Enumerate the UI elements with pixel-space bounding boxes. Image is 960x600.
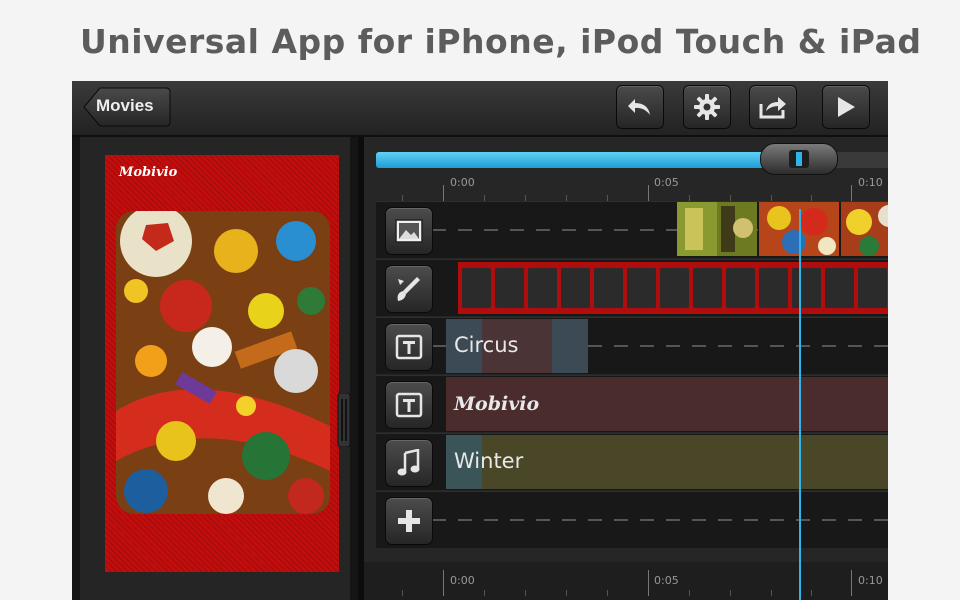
film-frame: [759, 268, 788, 308]
film-frame: [693, 268, 722, 308]
ruler-label-5: 0:05: [654, 574, 679, 587]
share-button[interactable]: [749, 85, 797, 129]
ruler-tick: [648, 570, 649, 596]
timeline-panel: 0:00 0:05 0:10 Circus Mobivio Winter 0:0…: [364, 137, 888, 600]
gear-icon: [694, 94, 720, 120]
panel-resize-handle[interactable]: [337, 392, 351, 448]
ruler-minor-tick: [484, 590, 485, 596]
ruler-label-10: 0:10: [858, 574, 883, 587]
undo-icon: [628, 99, 650, 115]
scrubber-knob[interactable]: [760, 143, 838, 175]
toys-photo: [116, 211, 330, 514]
film-frame: [792, 268, 821, 308]
effect-clip[interactable]: [458, 262, 888, 314]
play-icon: [838, 97, 855, 117]
track-effects: [376, 259, 888, 316]
track-music: Winter: [376, 433, 888, 490]
share-icon: [759, 97, 786, 119]
film-frame: [528, 268, 557, 308]
play-button[interactable]: [822, 85, 870, 129]
add-music-button[interactable]: [385, 439, 433, 487]
add-title-button[interactable]: [385, 381, 433, 429]
preview-frame: Mobivio: [80, 137, 350, 600]
grip-icon: [337, 392, 351, 448]
photo-clip[interactable]: [677, 202, 757, 256]
add-photo-button[interactable]: [385, 207, 433, 255]
music-clip-winter[interactable]: Winter: [446, 435, 888, 489]
image-icon: [395, 219, 423, 243]
ruler-minor-tick: [402, 590, 403, 596]
ruler-tick: [648, 185, 649, 201]
track-title-mobivio: Mobivio: [376, 375, 888, 432]
ruler-minor-tick: [566, 590, 567, 596]
photo-thumbnail: [677, 202, 757, 256]
time-ruler-bottom: 0:00 0:05 0:10: [364, 562, 888, 600]
knob-grip-icon: [789, 150, 809, 168]
ruler-tick: [443, 570, 444, 596]
effects-button[interactable]: [385, 265, 433, 313]
title-clip-label: Circus: [454, 333, 519, 357]
film-frame: [858, 268, 887, 308]
ruler-label-10: 0:10: [858, 176, 883, 189]
title-clip-circus[interactable]: Circus: [446, 319, 588, 373]
page-headline: Universal App for iPhone, iPod Touch & i…: [80, 22, 922, 61]
poster-title: Mobivio: [119, 165, 178, 180]
preview-pane: Mobivio: [72, 137, 358, 600]
app-window: Movies Mobivio 0:00 0:05 0:10 Circus Mob…: [72, 81, 888, 600]
poster-photo: [116, 211, 330, 514]
film-frame: [462, 268, 491, 308]
movies-back-button[interactable]: Movies: [82, 86, 171, 127]
photo-thumbnail: [841, 202, 888, 256]
add-title-button[interactable]: [385, 323, 433, 371]
title-clip-mobivio[interactable]: Mobivio: [446, 377, 888, 431]
scrubber-progress: [376, 152, 776, 168]
film-frame: [594, 268, 623, 308]
time-ruler-top: 0:00 0:05 0:10: [364, 173, 888, 203]
ruler-tick: [851, 185, 852, 201]
playhead-line[interactable]: [799, 209, 801, 600]
ruler-minor-tick: [811, 590, 812, 596]
film-frame: [825, 268, 854, 308]
photo-clip[interactable]: [841, 202, 888, 256]
photo-clips: [677, 202, 888, 257]
movie-poster-preview: Mobivio: [105, 155, 339, 572]
film-frame: [495, 268, 524, 308]
movies-back-label: Movies: [96, 96, 154, 115]
track-empty-line: [432, 519, 888, 521]
film-frame: [726, 268, 755, 308]
ruler-tick: [443, 185, 444, 201]
settings-button[interactable]: [683, 85, 731, 129]
ruler-label-5: 0:05: [654, 176, 679, 189]
undo-button[interactable]: [616, 85, 664, 129]
ruler-minor-tick: [771, 590, 772, 596]
text-icon: [395, 392, 423, 418]
toolbar: Movies: [72, 81, 888, 137]
film-frame: [561, 268, 590, 308]
ruler-minor-tick: [730, 590, 731, 596]
add-track-button[interactable]: [385, 497, 433, 545]
brush-icon: [397, 277, 420, 301]
ruler-label-0: 0:00: [450, 176, 475, 189]
ruler-minor-tick: [525, 590, 526, 596]
track-add: [376, 491, 888, 548]
music-note-icon: [397, 449, 420, 476]
track-title-circus: Circus: [376, 317, 888, 374]
music-clip-label: Winter: [454, 449, 524, 473]
track-photos: [376, 201, 888, 258]
ruler-tick: [851, 570, 852, 596]
text-icon: [395, 334, 423, 360]
ruler-minor-tick: [689, 590, 690, 596]
plus-icon: [398, 510, 420, 532]
title-clip-label: Mobivio: [454, 393, 540, 415]
ruler-minor-tick: [607, 590, 608, 596]
film-frame: [627, 268, 656, 308]
film-frame: [660, 268, 689, 308]
ruler-label-0: 0:00: [450, 574, 475, 587]
